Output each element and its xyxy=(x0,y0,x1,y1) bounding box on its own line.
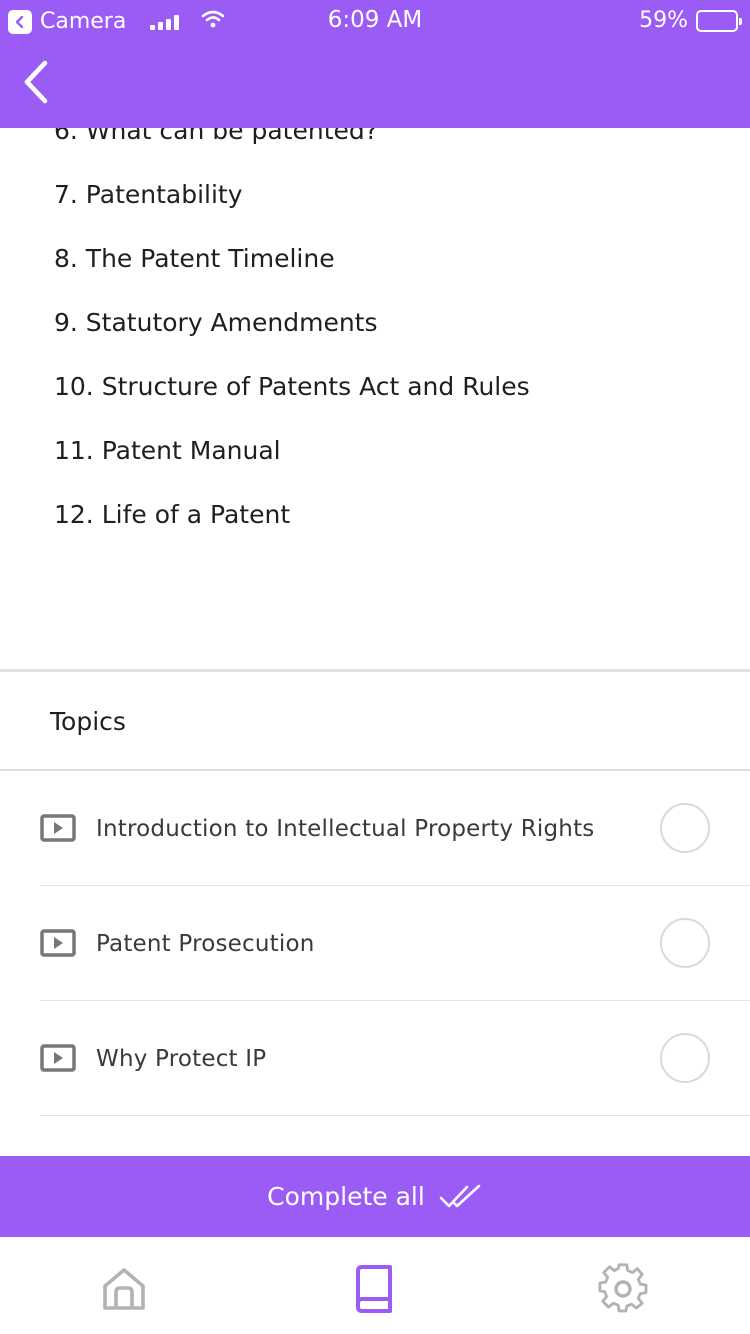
outline-item: 9. Statutory Amendments xyxy=(54,308,378,337)
topic-title: Patent Prosecution xyxy=(96,931,315,957)
topic-title: Why Protect IP xyxy=(96,1046,267,1072)
video-icon xyxy=(40,929,76,957)
topic-row[interactable]: Why Protect IP xyxy=(0,1001,750,1116)
tab-bar xyxy=(0,1237,750,1334)
nav-bar xyxy=(0,40,750,128)
gear-icon xyxy=(598,1263,648,1313)
video-icon xyxy=(40,814,76,842)
course-content[interactable]: 6. What can be patented? 7. Patentabilit… xyxy=(0,128,750,1156)
row-divider xyxy=(40,1114,750,1116)
topics-header: Topics xyxy=(50,707,126,736)
outline-item: 12. Life of a Patent xyxy=(54,500,291,529)
topic-row[interactable]: Introduction to Intellectual Property Ri… xyxy=(0,771,750,886)
battery-indicator: 59% xyxy=(639,8,742,33)
video-icon xyxy=(40,1044,76,1072)
battery-percent: 59% xyxy=(639,8,688,33)
completion-checkbox[interactable] xyxy=(660,803,710,853)
outline-item: 6. What can be patented? xyxy=(54,128,379,145)
double-check-icon xyxy=(439,1184,481,1207)
completion-checkbox[interactable] xyxy=(660,918,710,968)
topic-row[interactable]: Patent Prosecution xyxy=(0,886,750,1001)
section-divider xyxy=(0,669,750,672)
tab-settings[interactable] xyxy=(594,1259,654,1319)
outline-list: 6. What can be patented? 7. Patentabilit… xyxy=(54,128,530,558)
battery-icon xyxy=(696,9,742,32)
completion-checkbox[interactable] xyxy=(660,1033,710,1083)
back-button[interactable] xyxy=(10,54,60,110)
tab-courses[interactable] xyxy=(344,1259,404,1319)
chevron-left-icon xyxy=(24,60,48,104)
outline-item: 8. The Patent Timeline xyxy=(54,244,335,273)
status-time: 6:09 AM xyxy=(327,7,423,33)
tab-home[interactable] xyxy=(94,1259,154,1319)
outline-item: 11. Patent Manual xyxy=(54,436,281,465)
complete-all-label: Complete all xyxy=(267,1182,425,1211)
status-bar: Camera 6:09 AM 59% xyxy=(0,0,750,40)
complete-all-button[interactable]: Complete all xyxy=(0,1156,750,1237)
book-icon xyxy=(356,1265,392,1313)
topic-list: Introduction to Intellectual Property Ri… xyxy=(0,771,750,1116)
outline-item: 7. Patentability xyxy=(54,180,243,209)
topic-title: Introduction to Intellectual Property Ri… xyxy=(96,816,595,842)
outline-item: 10. Structure of Patents Act and Rules xyxy=(54,372,530,401)
home-icon xyxy=(103,1268,145,1310)
